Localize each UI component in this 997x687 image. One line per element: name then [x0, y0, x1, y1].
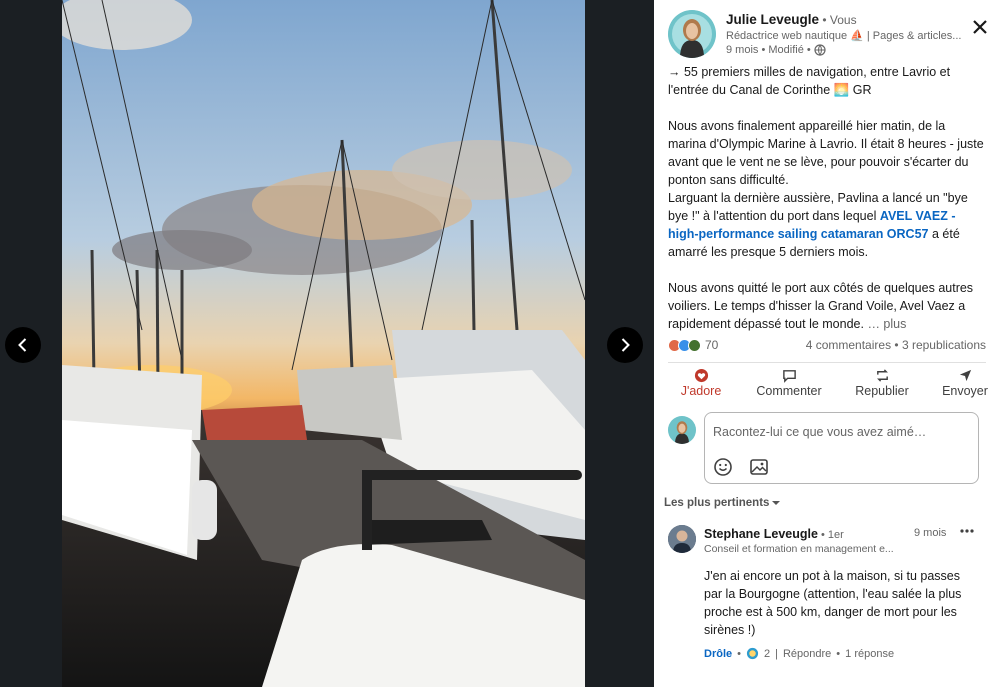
post-paragraph-3: Nous avons quitté le port aux côtés de q…	[668, 279, 986, 333]
photo-viewer	[0, 0, 654, 687]
author-avatar[interactable]	[668, 10, 716, 58]
post-meta: 9 mois • Modifié •	[726, 44, 826, 56]
more-options-icon[interactable]	[958, 523, 976, 539]
comment-actions: Drôle • 2 | Répondre • 1 réponse	[704, 647, 895, 660]
repost-button[interactable]: Republier	[843, 368, 921, 404]
commenter-name[interactable]: Stephane Leveugle • 1er	[704, 527, 844, 541]
love-button[interactable]: J'adore	[662, 368, 740, 404]
send-label: Envoyer	[942, 384, 988, 398]
author-degree: • Vous	[819, 13, 857, 27]
previous-image-button[interactable]	[5, 327, 41, 363]
next-image-button[interactable]	[607, 327, 643, 363]
globe-icon	[814, 44, 826, 56]
comment-time: 9 mois	[914, 527, 947, 539]
social-counts: 70 4 commentaires • 3 republications	[668, 338, 986, 356]
love-label: J'adore	[680, 384, 722, 398]
reaction-count[interactable]: 70	[705, 338, 718, 352]
comment-composer	[668, 412, 986, 484]
comment-box[interactable]	[704, 412, 979, 484]
post-panel: Julie Leveugle • Vous Rédactrice web nau…	[654, 0, 997, 687]
image-icon[interactable]	[749, 457, 769, 477]
post-header: Julie Leveugle • Vous Rédactrice web nau…	[668, 10, 968, 60]
commenter-tagline: Conseil et formation en management e...	[704, 543, 894, 555]
comment-button[interactable]: Commenter	[750, 368, 828, 404]
replies-count[interactable]: 1 réponse	[845, 648, 894, 660]
divider	[668, 362, 986, 363]
see-more-link[interactable]: … plus	[867, 317, 906, 331]
sort-label: Les plus pertinents	[664, 497, 770, 509]
comment-reaction-button[interactable]: Drôle	[704, 648, 732, 660]
author-tagline: Rédactrice web nautique ⛵ | Pages & arti…	[726, 30, 962, 42]
comment-text: J'en ai encore un pot à la maison, si tu…	[704, 569, 962, 637]
comment-reaction-count[interactable]: 2	[764, 648, 770, 660]
repost-label: Republier	[855, 384, 909, 398]
post-time: 9 mois • Modifié •	[726, 44, 811, 56]
commenter-avatar[interactable]	[668, 525, 696, 553]
emoji-icon[interactable]	[713, 457, 733, 477]
post-paragraph-2: Nous avons finalement appareillé hier ma…	[668, 117, 986, 261]
funny-reaction-icon	[746, 647, 759, 660]
chevron-left-icon	[18, 338, 27, 352]
close-icon[interactable]	[969, 16, 991, 38]
send-icon	[959, 369, 971, 382]
support-reaction-icon	[688, 338, 701, 352]
heart-icon	[694, 368, 708, 383]
comments-reposts-count[interactable]: 4 commentaires • 3 republications	[806, 338, 986, 352]
comment-label: Commenter	[756, 384, 822, 398]
action-bar: J'adore Commenter Republier Envoyer	[654, 368, 997, 404]
reactions-summary[interactable]: 70	[668, 338, 718, 352]
post-paragraph-3-text: Nous avons quitté le port aux côtés de q…	[668, 281, 974, 331]
reply-button[interactable]: Répondre	[783, 648, 831, 660]
post-paragraph-2-text: Nous avons finalement appareillé hier ma…	[668, 119, 984, 223]
commenter-name-text[interactable]: Stephane Leveugle	[704, 527, 818, 541]
send-button[interactable]: Envoyer	[926, 368, 997, 404]
comment-input[interactable]	[713, 421, 963, 443]
post-paragraph-1: → 55 premiers milles de navigation, entr…	[668, 65, 951, 97]
post-text: → 55 premiers milles de navigation, entr…	[668, 63, 986, 333]
author-name[interactable]: Julie Leveugle • Vous	[726, 12, 857, 27]
caret-down-icon	[772, 501, 781, 505]
post-photo	[62, 0, 585, 687]
my-avatar	[668, 416, 696, 444]
comment-item: Stephane Leveugle • 1er Conseil et forma…	[668, 523, 986, 673]
sort-dropdown[interactable]: Les plus pertinents	[664, 497, 781, 509]
chevron-right-icon	[621, 338, 630, 352]
comment-icon	[782, 370, 796, 383]
repost-icon	[876, 369, 888, 382]
commenter-degree: • 1er	[817, 529, 844, 541]
author-name-text[interactable]: Julie Leveugle	[726, 12, 819, 27]
